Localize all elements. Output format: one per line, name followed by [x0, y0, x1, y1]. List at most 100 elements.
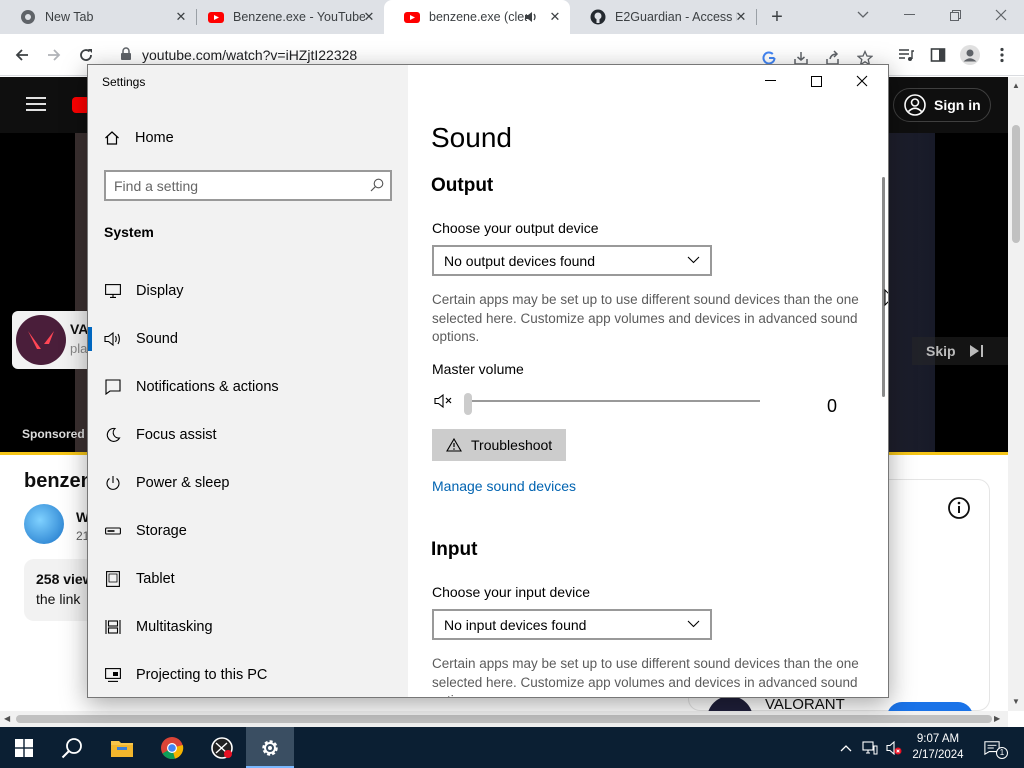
- troubleshoot-button[interactable]: Troubleshoot: [432, 429, 566, 461]
- nav-item-power-sleep[interactable]: Power & sleep: [88, 463, 408, 503]
- info-icon[interactable]: [947, 496, 971, 520]
- chrome-icon: [161, 736, 184, 759]
- scroll-left-arrow-icon[interactable]: ◀: [4, 714, 10, 723]
- mouse-cursor-icon: [884, 289, 888, 307]
- close-button[interactable]: [839, 65, 885, 97]
- taskbar-settings[interactable]: [246, 727, 294, 768]
- forward-button[interactable]: [42, 43, 66, 67]
- sign-in-button[interactable]: Sign in: [893, 88, 991, 122]
- nav-item-storage[interactable]: Storage: [88, 511, 408, 551]
- audio-playing-icon[interactable]: [524, 10, 538, 24]
- ad-title: VA: [70, 321, 89, 337]
- channel-avatar[interactable]: [24, 504, 64, 544]
- nav-item-sound[interactable]: Sound: [88, 319, 408, 359]
- nav-item-tablet[interactable]: Tablet: [88, 559, 408, 599]
- close-icon[interactable]: ✕: [548, 10, 562, 24]
- tab-benzene-clean[interactable]: benzene.exe (clean) ✕: [384, 0, 570, 34]
- slider-thumb[interactable]: [464, 393, 472, 415]
- page-vertical-scrollbar[interactable]: ▲ ▼: [1008, 77, 1024, 711]
- taskbar-search-button[interactable]: [48, 727, 96, 768]
- chrome-icon: [21, 10, 35, 24]
- speaker-muted-icon[interactable]: [434, 393, 454, 409]
- network-icon[interactable]: [862, 740, 878, 756]
- more-vertical-icon: [1000, 47, 1004, 63]
- close-icon[interactable]: ✕: [174, 10, 188, 24]
- nav-home[interactable]: Home: [104, 127, 174, 149]
- scroll-down-arrow-icon[interactable]: ▼: [1012, 697, 1020, 706]
- ad-cta-button[interactable]: [887, 702, 973, 711]
- github-icon: [590, 9, 606, 25]
- scrollbar-thumb[interactable]: [16, 715, 992, 723]
- nav-item-projecting[interactable]: Projecting to this PC: [88, 655, 408, 695]
- ad-card[interactable]: VA pla: [12, 311, 96, 369]
- search-icon[interactable]: [370, 178, 384, 192]
- scroll-up-arrow-icon[interactable]: ▲: [1012, 81, 1020, 90]
- master-volume-slider[interactable]: [464, 393, 760, 415]
- minimize-button[interactable]: [747, 65, 793, 97]
- tab-separator: [756, 9, 757, 25]
- side-panel-icon: [930, 48, 946, 62]
- tab-search-button[interactable]: [840, 0, 886, 30]
- tab-e2guardian[interactable]: E2Guardian - Access Denied ✕: [570, 0, 756, 34]
- settings-search-input[interactable]: [114, 176, 364, 196]
- chevron-down-icon: [857, 11, 869, 18]
- taskbar-file-explorer[interactable]: [98, 727, 146, 768]
- youtube-icon: [208, 12, 224, 23]
- hamburger-menu-icon[interactable]: [26, 96, 46, 112]
- nav-item-label: Notifications & actions: [136, 379, 279, 395]
- master-volume-value: 0: [827, 396, 838, 416]
- output-help-text: Certain apps may be set up to use differ…: [432, 292, 859, 344]
- browser-minimize-button[interactable]: [886, 0, 932, 30]
- nav-item-display[interactable]: Display: [88, 271, 408, 311]
- monitor-icon: [104, 282, 122, 300]
- lock-icon[interactable]: [120, 47, 132, 61]
- minimize-icon: [764, 80, 776, 81]
- browser-close-button[interactable]: [978, 0, 1024, 30]
- close-icon[interactable]: ✕: [734, 10, 748, 24]
- input-help-text: Certain apps may be set up to use differ…: [432, 656, 859, 697]
- back-button[interactable]: [10, 43, 34, 67]
- output-device-dropdown[interactable]: No output devices found: [432, 245, 712, 276]
- valorant-logo-icon: [16, 315, 66, 365]
- manage-sound-devices-link[interactable]: Manage sound devices: [432, 478, 576, 494]
- volume-muted-icon[interactable]: [886, 740, 902, 756]
- content-scrollbar-thumb[interactable]: [882, 177, 885, 397]
- playlist-icon: [899, 49, 914, 61]
- taskbar-clock[interactable]: 9:07 AM 2/17/2024: [906, 731, 970, 763]
- gear-icon: [262, 739, 278, 756]
- input-device-dropdown[interactable]: No input devices found: [432, 609, 712, 640]
- arrow-right-icon: [48, 49, 61, 61]
- tab-benzene-youtube[interactable]: Benzene.exe - YouTube ✕: [188, 0, 384, 34]
- media-controls-button[interactable]: [894, 43, 918, 67]
- tab-new-tab[interactable]: New Tab ✕: [0, 0, 196, 34]
- profile-button[interactable]: [958, 43, 982, 67]
- nav-home-label: Home: [135, 130, 174, 146]
- maximize-button[interactable]: [793, 65, 839, 97]
- nav-item-focus-assist[interactable]: Focus assist: [88, 415, 408, 455]
- browser-menu-button[interactable]: [990, 43, 1014, 67]
- scrollbar-thumb[interactable]: [1012, 125, 1020, 243]
- settings-nav-pane: Settings Home System Display Sound Notif…: [88, 65, 408, 697]
- taskbar-chrome[interactable]: [148, 727, 196, 768]
- tablet-icon: [104, 570, 122, 588]
- start-button[interactable]: [0, 727, 48, 768]
- tab-title: E2Guardian - Access Denied: [615, 10, 737, 24]
- page-horizontal-scrollbar[interactable]: ◀ ▶: [0, 711, 1008, 727]
- side-panel-button[interactable]: [926, 43, 950, 67]
- settings-search-box[interactable]: [104, 170, 392, 201]
- scroll-right-arrow-icon[interactable]: ▶: [994, 714, 1000, 723]
- nav-item-notifications[interactable]: Notifications & actions: [88, 367, 408, 407]
- advertiser-name: VALORANT: [765, 696, 845, 711]
- skip-ad-button[interactable]: Skip: [912, 337, 1008, 365]
- window-title: Settings: [102, 75, 146, 89]
- nav-item-multitasking[interactable]: Multitasking: [88, 607, 408, 647]
- taskbar-app[interactable]: [198, 727, 246, 768]
- close-icon[interactable]: ✕: [362, 10, 376, 24]
- tab-title: benzene.exe (clean): [429, 10, 527, 24]
- close-icon: [995, 9, 1007, 21]
- browser-restore-button[interactable]: [932, 0, 978, 30]
- new-tab-button[interactable]: +: [766, 6, 788, 28]
- show-hidden-icons-chevron-icon[interactable]: [838, 740, 854, 756]
- power-icon: [104, 474, 122, 492]
- maximize-icon: [810, 75, 822, 87]
